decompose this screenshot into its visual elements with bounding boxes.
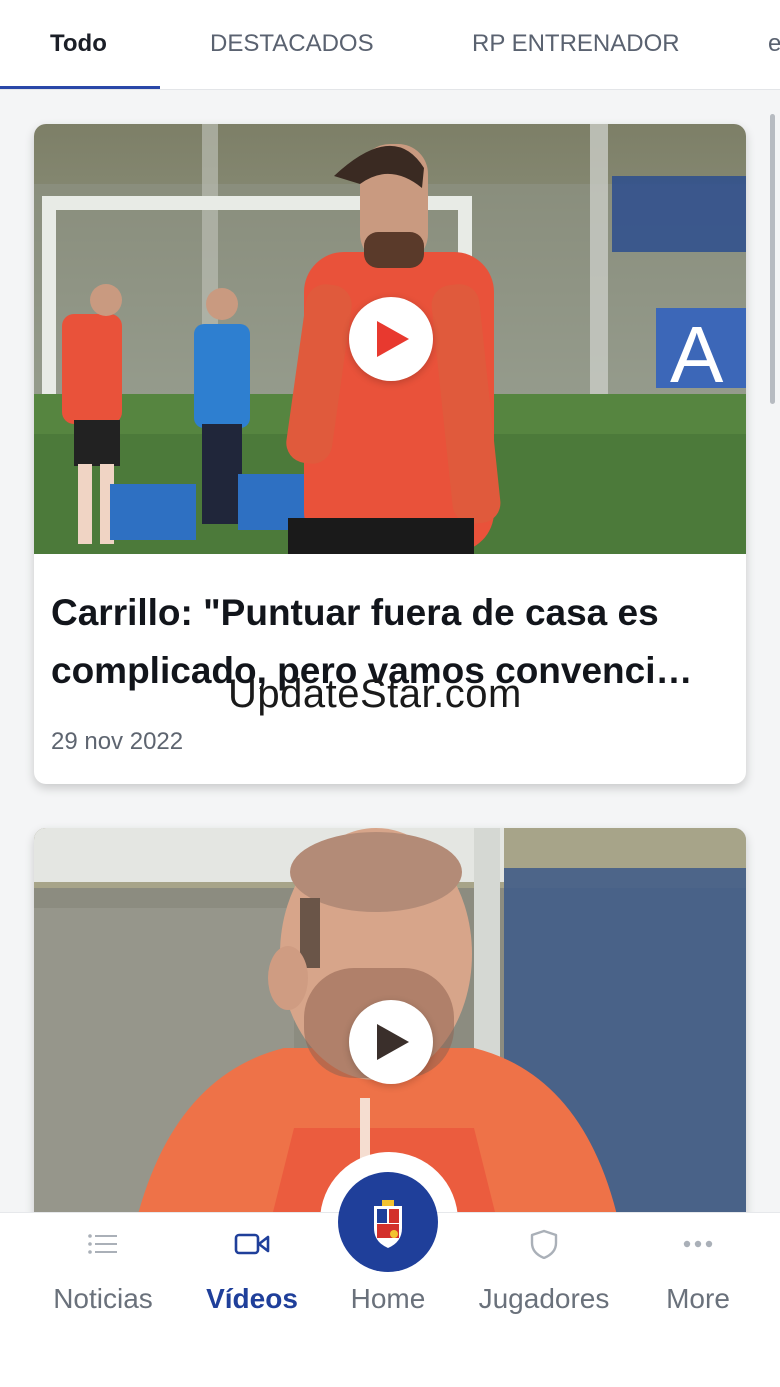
shield-icon — [530, 1229, 558, 1259]
nav-item-more[interactable]: More — [620, 1213, 776, 1333]
tab-todo[interactable]: Todo — [50, 30, 107, 58]
tab-destacados[interactable]: DESTACADOS — [210, 30, 374, 58]
nav-label: Vídeos — [206, 1283, 298, 1314]
article-title-line-1: Carrillo: "Puntuar fuera de casa es — [51, 592, 659, 633]
play-button[interactable] — [349, 1000, 433, 1084]
video-thumbnail[interactable]: A — [34, 124, 746, 554]
video-feed[interactable]: A Carrillo: "Puntuar fuera de casa es co… — [0, 90, 780, 1212]
nav-item-jugadores[interactable]: Jugadores — [466, 1213, 622, 1333]
svg-text:A: A — [670, 310, 724, 399]
home-button[interactable] — [338, 1172, 438, 1272]
play-icon — [377, 321, 409, 357]
video-camera-icon — [234, 1233, 270, 1255]
tab-next-partial[interactable]: e — [768, 30, 780, 58]
nav-item-videos[interactable]: Vídeos — [174, 1213, 330, 1333]
play-button[interactable] — [349, 297, 433, 381]
list-icon — [88, 1234, 117, 1254]
category-tabs: Todo DESTACADOS RP ENTRENADOR e — [0, 0, 780, 90]
more-dots-icon — [683, 1240, 713, 1248]
tab-rp-entrenador[interactable]: RP ENTRENADOR — [472, 30, 680, 58]
nav-label: Noticias — [53, 1283, 153, 1314]
nav-label: Home — [350, 1283, 426, 1314]
nav-label: Jugadores — [478, 1283, 610, 1314]
feed-scrollbar[interactable] — [770, 114, 775, 404]
watermark-text: UpdateStar.com — [228, 672, 522, 716]
article-date: 29 nov 2022 — [51, 728, 184, 755]
club-crest-icon — [374, 1200, 402, 1248]
nav-item-noticias[interactable]: Noticias — [25, 1213, 181, 1333]
nav-label: More — [666, 1283, 730, 1314]
play-icon — [377, 1024, 409, 1060]
